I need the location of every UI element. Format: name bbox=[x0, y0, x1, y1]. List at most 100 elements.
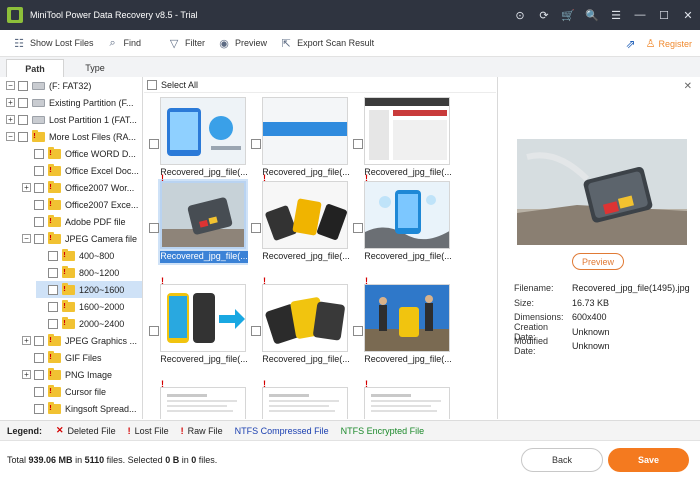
file-checkbox[interactable] bbox=[251, 223, 261, 233]
tree-checkbox[interactable] bbox=[34, 352, 44, 363]
toolbar-right: ⇗ ♙ Register bbox=[626, 30, 692, 57]
file-checkbox[interactable] bbox=[251, 139, 261, 149]
find-button[interactable]: ⌕ Find bbox=[106, 33, 141, 53]
tree-item[interactable]: GIF Files bbox=[22, 349, 142, 366]
file-checkbox[interactable] bbox=[251, 326, 261, 336]
tree-item[interactable]: Office WORD D... bbox=[22, 145, 142, 162]
tree-item[interactable]: 800~1200 bbox=[36, 264, 142, 281]
tree-item[interactable]: Adobe PDF file bbox=[22, 213, 142, 230]
file-thumbnail[interactable]: ! bbox=[248, 379, 348, 419]
tab-path[interactable]: Path bbox=[6, 59, 64, 77]
show-lost-files-button[interactable]: ☷ Show Lost Files bbox=[12, 33, 93, 53]
collapse-icon[interactable]: − bbox=[22, 234, 31, 243]
file-checkbox[interactable] bbox=[149, 223, 159, 233]
tree-item[interactable]: + Lost Partition 1 (FAT... bbox=[6, 111, 142, 128]
tree-checkbox[interactable] bbox=[34, 386, 44, 397]
tree-item[interactable]: 1600~2000 bbox=[36, 298, 142, 315]
collapse-icon[interactable]: − bbox=[6, 81, 15, 90]
tree-item[interactable]: − More Lost Files (RA... bbox=[6, 128, 142, 145]
window-controls: ⊙ ⟳ 🛒 🔍 ☰ — ☐ ✕ bbox=[508, 0, 700, 30]
about-icon[interactable]: ⊙ bbox=[508, 3, 532, 27]
tree-item[interactable]: Cursor file bbox=[22, 383, 142, 400]
close-preview-icon[interactable]: ✕ bbox=[684, 81, 692, 92]
file-thumbnail[interactable]: ! Recovered_jpg_file(... bbox=[146, 173, 248, 279]
cart-icon[interactable]: 🛒 bbox=[556, 3, 580, 27]
expand-icon[interactable]: + bbox=[6, 98, 15, 107]
tree-item[interactable]: + PNG Image bbox=[22, 366, 142, 383]
tree-checkbox[interactable] bbox=[34, 165, 44, 176]
file-thumbnail[interactable]: ! Recovered_jpg_file(... bbox=[350, 276, 452, 382]
preview-toolbar-button[interactable]: ◉ Preview bbox=[217, 33, 267, 53]
tab-type[interactable]: Type bbox=[66, 59, 124, 77]
tree-checkbox[interactable] bbox=[34, 199, 44, 210]
update-icon[interactable]: ⟳ bbox=[532, 3, 556, 27]
maximize-button[interactable]: ☐ bbox=[652, 3, 676, 27]
expand-icon[interactable]: + bbox=[22, 183, 31, 192]
expand-icon[interactable]: + bbox=[22, 336, 31, 345]
save-button[interactable]: Save bbox=[608, 448, 689, 472]
tree-checkbox[interactable] bbox=[48, 301, 58, 312]
file-thumbnail[interactable]: ! bbox=[350, 379, 450, 419]
tree-item[interactable]: + JPEG Graphics ... bbox=[22, 332, 142, 349]
select-all-row[interactable]: Select All bbox=[144, 77, 496, 93]
tree-checkbox[interactable] bbox=[34, 369, 44, 380]
tree-item[interactable]: + Existing Partition (F... bbox=[6, 94, 142, 111]
file-thumbnail[interactable]: ! Recovered_jpg_file(... bbox=[350, 173, 452, 279]
tree-checkbox[interactable] bbox=[48, 318, 58, 329]
tree-checkbox[interactable] bbox=[18, 97, 28, 108]
file-thumbnail[interactable]: ! bbox=[146, 379, 246, 419]
close-button[interactable]: ✕ bbox=[676, 3, 700, 27]
legend-title: Legend: bbox=[7, 425, 42, 436]
lost-file-icon: ! bbox=[365, 173, 368, 183]
tree-item[interactable]: Kingsoft Spread... bbox=[22, 400, 142, 417]
file-checkbox[interactable] bbox=[353, 326, 363, 336]
file-checkbox[interactable] bbox=[149, 139, 159, 149]
legend-ntfs-compressed: NTFS Compressed File bbox=[234, 425, 329, 436]
tree-checkbox[interactable] bbox=[34, 335, 44, 346]
back-button[interactable]: Back bbox=[521, 448, 603, 472]
export-scan-result-button[interactable]: ⇱ Export Scan Result bbox=[279, 33, 374, 53]
file-thumbnail[interactable]: ! Recovered_jpg_file(... bbox=[146, 276, 248, 382]
tree-checkbox[interactable] bbox=[34, 216, 44, 227]
tree-checkbox[interactable] bbox=[34, 182, 44, 193]
view-tabs: Path Type bbox=[0, 57, 700, 77]
tree-item[interactable]: 1200~1600 bbox=[36, 281, 142, 298]
tree-checkbox[interactable] bbox=[18, 80, 28, 91]
register-button[interactable]: ♙ Register bbox=[646, 37, 692, 50]
tree-checkbox[interactable] bbox=[34, 233, 44, 244]
expand-icon[interactable]: + bbox=[6, 115, 15, 124]
tree-item[interactable]: 400~800 bbox=[36, 247, 142, 264]
tree-checkbox[interactable] bbox=[48, 284, 58, 295]
tree-checkbox[interactable] bbox=[34, 403, 44, 414]
file-name: Recovered_jpg_file(... bbox=[262, 251, 350, 261]
select-all-checkbox[interactable] bbox=[147, 79, 157, 90]
filter-button[interactable]: ▽ Filter bbox=[167, 33, 205, 53]
tree-checkbox[interactable] bbox=[34, 148, 44, 159]
tree-checkbox[interactable] bbox=[48, 267, 58, 278]
file-thumbnail[interactable]: ! Recovered_jpg_file(... bbox=[248, 276, 350, 382]
tree-checkbox[interactable] bbox=[18, 131, 28, 142]
tree-item[interactable]: + Office2007 Wor... bbox=[22, 179, 142, 196]
file-checkbox[interactable] bbox=[353, 139, 363, 149]
expand-icon[interactable]: + bbox=[22, 370, 31, 379]
tree-item[interactable]: 2000~2400 bbox=[36, 315, 142, 332]
file-thumbnail[interactable]: ! Recovered_jpg_file(... bbox=[248, 173, 350, 279]
tree-item[interactable]: Office2007 Exce... bbox=[22, 196, 142, 213]
menu-icon[interactable]: ☰ bbox=[604, 3, 628, 27]
file-checkbox[interactable] bbox=[149, 326, 159, 336]
minimize-button[interactable]: — bbox=[628, 3, 652, 27]
file-name: Recovered_jpg_file(... bbox=[364, 354, 452, 364]
share-icon[interactable]: ⇗ bbox=[626, 37, 636, 51]
collapse-icon[interactable]: − bbox=[6, 132, 15, 141]
tree-item[interactable]: − JPEG Camera file bbox=[22, 230, 142, 247]
preview-button[interactable]: Preview bbox=[572, 253, 624, 270]
tree-checkbox[interactable] bbox=[48, 250, 58, 261]
thumbnail-image bbox=[364, 97, 450, 165]
file-checkbox[interactable] bbox=[353, 223, 363, 233]
tree-item[interactable]: − (F: FAT32) bbox=[6, 77, 142, 94]
export-icon: ⇱ bbox=[281, 37, 291, 50]
tree-item[interactable]: Office Excel Doc... bbox=[22, 162, 142, 179]
search-icon[interactable]: 🔍 bbox=[580, 3, 604, 27]
tree-checkbox[interactable] bbox=[18, 114, 28, 125]
